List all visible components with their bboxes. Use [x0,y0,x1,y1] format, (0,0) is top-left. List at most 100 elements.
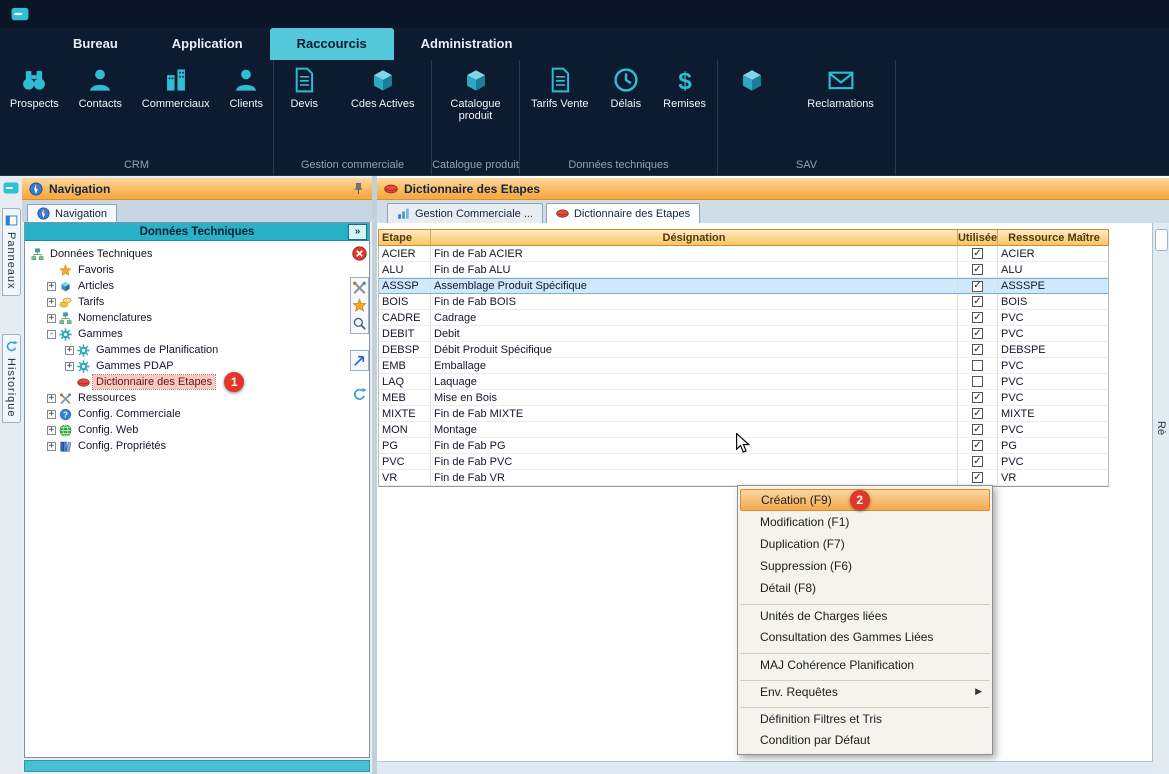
tree-item-favoris[interactable]: Favoris [25,262,369,278]
close-button[interactable] [352,246,367,261]
table-row[interactable]: ACIER Fin de Fab ACIER ACIER [378,246,1109,262]
expand-toggle[interactable]: - [47,330,56,339]
used-checkbox[interactable] [972,328,983,339]
tree-item-dictionnaire-des-etapes[interactable]: Dictionnaire des Etapes 1 [25,374,369,390]
table-row[interactable]: DEBSP Débit Produit Spécifique DEBSPE [378,342,1109,358]
remises-button[interactable]: Remises [663,67,706,110]
refresh-button[interactable] [352,387,367,402]
clients-button[interactable]: Clients [229,67,263,110]
expand-toggle[interactable]: + [65,362,74,371]
tree-item-tarifs[interactable]: + Tarifs [25,294,369,310]
context-menu-item[interactable]: Env. Requêtes ▶ [740,680,990,702]
used-checkbox[interactable] [972,472,983,483]
context-menu-item[interactable]: MAJ Cohérence Planification [740,653,990,675]
context-menu-item[interactable]: Création (F9) 2 [740,489,990,511]
tree-item-articles[interactable]: + Articles [25,278,369,294]
prospects-button[interactable]: Prospects [10,67,59,110]
reclamations-button[interactable]: Reclamations [807,67,874,110]
context-menu-item[interactable]: Duplication (F7) [740,533,990,555]
table-row[interactable]: LAQ Laquage PVC [378,374,1109,390]
catalogue-produit-button[interactable]: Catalogue produit [439,67,513,122]
column-header-utilisee[interactable]: Utilisée [958,230,998,245]
table-row[interactable]: ASSSP Assemblage Produit Spécifique ASSS… [378,278,1109,294]
table-row[interactable]: DEBIT Debit PVC [378,326,1109,342]
devis-button[interactable]: Devis [290,67,318,110]
used-checkbox[interactable] [972,456,983,467]
pin-icon[interactable] [352,182,365,195]
expand-toggle[interactable]: + [47,314,56,323]
used-checkbox[interactable] [972,248,983,259]
tab-gestion-commerciale[interactable]: Gestion Commerciale ... [387,203,543,223]
table-row[interactable]: ALU Fin de Fab ALU ALU [378,262,1109,278]
goto-button[interactable] [352,353,367,368]
expand-toggle[interactable]: + [47,282,56,291]
table-row[interactable]: MON Montage PVC [378,422,1109,438]
table-row[interactable]: PVC Fin de Fab PVC PVC [378,454,1109,470]
column-header-designation[interactable]: Désignation [431,230,958,245]
dock-tab-historique[interactable]: Historique [2,334,21,424]
tarifs-vente-button[interactable]: Tarifs Vente [531,67,588,110]
used-checkbox[interactable] [972,296,983,307]
expand-toggle[interactable]: + [47,394,56,403]
collapsed-panel-handle[interactable] [1155,229,1168,251]
delais-button[interactable]: Délais [611,67,642,110]
tree-item-gammes-de-planification[interactable]: + Gammes de Planification [25,342,369,358]
used-checkbox[interactable] [972,440,983,451]
tree-item-nomenclatures[interactable]: + Nomenclatures [25,310,369,326]
tools-button[interactable] [352,280,367,295]
context-menu-item[interactable]: Unités de Charges liées [740,604,990,626]
tree-item-ressources[interactable]: + Ressources [25,390,369,406]
commerciaux-button[interactable]: Commerciaux [142,67,210,110]
used-checkbox[interactable] [972,424,983,435]
used-checkbox[interactable] [972,344,983,355]
app-icon-small[interactable] [2,180,20,196]
used-checkbox[interactable] [972,312,983,323]
table-row[interactable]: CADRE Cadrage PVC [378,310,1109,326]
used-checkbox[interactable] [972,264,983,275]
expand-toggle[interactable]: + [47,426,56,435]
context-menu-item[interactable]: Consultation des Gammes Liées [740,626,990,648]
contacts-button[interactable]: Contacts [79,67,122,110]
table-row[interactable]: PG Fin de Fab PG PG [378,438,1109,454]
table-row[interactable]: MIXTE Fin de Fab MIXTE MIXTE [378,406,1109,422]
dock-tab-panneaux[interactable]: Panneaux [2,208,21,296]
table-row[interactable]: BOIS Fin de Fab BOIS BOIS [378,294,1109,310]
used-checkbox[interactable] [972,281,983,292]
tree-item-config-web[interactable]: + Config. Web [25,422,369,438]
cdes-actives-sav-button[interactable] [739,67,765,98]
collapsed-panel-label[interactable]: Rè [1155,421,1167,435]
used-checkbox[interactable] [972,392,983,403]
tab-navigation[interactable]: Navigation [27,204,117,222]
favorites-button[interactable] [352,298,367,313]
expand-toggle[interactable]: + [47,442,56,451]
context-menu-item[interactable]: Détail (F8) [740,577,990,599]
tree-item-donnees-techniques[interactable]: Données Techniques [25,246,369,262]
expand-toggle[interactable]: + [65,346,74,355]
nav-horizontal-scrollbar[interactable] [24,760,370,772]
context-menu-item[interactable]: Condition par Défaut [740,729,990,751]
expand-toggle[interactable]: + [47,298,56,307]
tree-item-config-proprietes[interactable]: + Config. Propriétés [25,438,369,454]
tab-bureau[interactable]: Bureau [46,28,145,60]
used-checkbox[interactable] [972,376,983,387]
context-menu-item[interactable]: Définition Filtres et Tris [740,707,990,729]
tab-administration[interactable]: Administration [394,28,540,60]
search-button[interactable] [352,316,367,331]
context-menu-item[interactable]: Modification (F1) [740,511,990,533]
tree-item-gammes-pdap[interactable]: + Gammes PDAP [25,358,369,374]
used-checkbox[interactable] [972,360,983,371]
tab-application[interactable]: Application [145,28,270,60]
tab-dictionnaire-des-etapes[interactable]: Dictionnaire des Etapes [546,203,700,223]
cdes-actives-button[interactable]: Cdes Actives [351,67,415,110]
table-row[interactable]: EMB Emballage PVC [378,358,1109,374]
column-header-etape[interactable]: Etape [379,230,431,245]
tree-item-gammes[interactable]: - Gammes [25,326,369,342]
context-menu-item[interactable]: Suppression (F6) [740,555,990,577]
column-header-ressource-maitre[interactable]: Ressource Maître [998,230,1110,245]
collapse-tree-button[interactable]: » [348,224,367,240]
table-row[interactable]: VR Fin de Fab VR VR [378,470,1109,486]
table-row[interactable]: MEB Mise en Bois PVC [378,390,1109,406]
expand-toggle[interactable]: + [47,410,56,419]
tab-raccourcis[interactable]: Raccourcis [270,28,394,60]
used-checkbox[interactable] [972,408,983,419]
